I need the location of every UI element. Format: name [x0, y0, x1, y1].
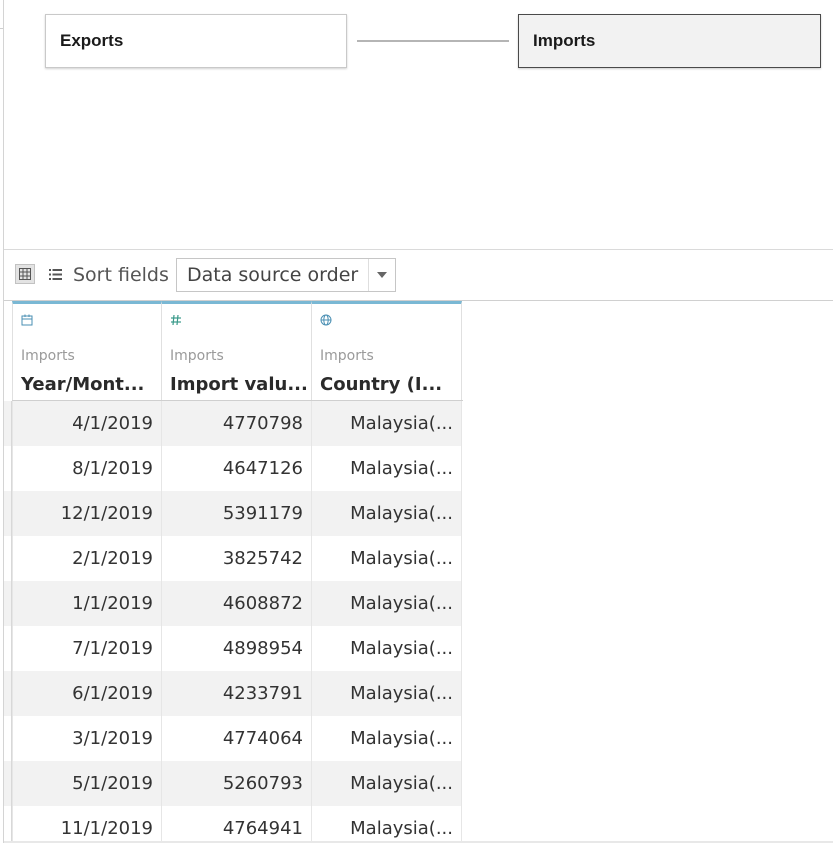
gutter-cell	[4, 401, 12, 446]
gutter-cell	[4, 536, 12, 581]
data-grid-toolbar: Sort fields Data source order	[4, 250, 833, 300]
country-cell[interactable]: Malaysia(...	[312, 581, 462, 626]
gutter-cell	[4, 716, 12, 761]
table-row: 11/1/2019 4764941 Malaysia(...	[12, 806, 463, 843]
column-name[interactable]: Import valu...	[170, 374, 308, 395]
calendar-icon[interactable]	[21, 314, 33, 326]
grid-body: 4/1/2019 4770798 Malaysia(... 8/1/2019 4…	[12, 401, 463, 843]
country-cell[interactable]: Malaysia(...	[312, 626, 462, 671]
gutter-cell	[4, 626, 12, 671]
value-cell[interactable]: 4774064	[162, 716, 312, 761]
data-source-window: Exports Imports Sort fields Data source …	[0, 0, 833, 843]
date-cell[interactable]: 6/1/2019	[12, 671, 162, 716]
exports-table-label: Exports	[60, 31, 124, 50]
table-row: 6/1/2019 4233791 Malaysia(...	[12, 671, 463, 716]
value-cell[interactable]: 5391179	[162, 491, 312, 536]
imports-table-label: Imports	[533, 31, 596, 50]
grid-header: Imports Year/Mont... Imports Import valu…	[12, 301, 463, 401]
data-grid: Imports Year/Mont... Imports Import valu…	[12, 301, 463, 843]
date-cell[interactable]: 8/1/2019	[12, 446, 162, 491]
list-view-button[interactable]	[45, 264, 65, 284]
column-header-year-month[interactable]: Imports Year/Mont...	[12, 301, 162, 400]
date-cell[interactable]: 1/1/2019	[12, 581, 162, 626]
relationship-noodle[interactable]	[357, 40, 509, 42]
gutter-cell	[4, 671, 12, 716]
column-name[interactable]: Country (I...	[320, 374, 442, 395]
edge-tick	[0, 28, 3, 29]
date-cell[interactable]: 11/1/2019	[12, 806, 162, 843]
grid-icon	[19, 268, 31, 280]
value-cell[interactable]: 3825742	[162, 536, 312, 581]
gutter-cell	[4, 491, 12, 536]
table-row: 2/1/2019 3825742 Malaysia(...	[12, 536, 463, 581]
table-row: 7/1/2019 4898954 Malaysia(...	[12, 626, 463, 671]
country-cell[interactable]: Malaysia(...	[312, 806, 462, 843]
table-row: 8/1/2019 4647126 Malaysia(...	[12, 446, 463, 491]
sort-fields-label: Sort fields	[73, 264, 169, 286]
country-cell[interactable]: Malaysia(...	[312, 716, 462, 761]
column-header-import-value[interactable]: Imports Import valu...	[162, 301, 312, 400]
table-row: 12/1/2019 5391179 Malaysia(...	[12, 491, 463, 536]
dropdown-arrow-icon[interactable]	[368, 259, 395, 291]
value-cell[interactable]: 4764941	[162, 806, 312, 843]
country-cell[interactable]: Malaysia(...	[312, 536, 462, 581]
date-cell[interactable]: 4/1/2019	[12, 401, 162, 446]
value-cell[interactable]: 4898954	[162, 626, 312, 671]
country-cell[interactable]: Malaysia(...	[312, 401, 462, 446]
column-name[interactable]: Year/Mont...	[21, 374, 144, 395]
column-header-country[interactable]: Imports Country (I...	[312, 301, 462, 400]
date-cell[interactable]: 5/1/2019	[12, 761, 162, 806]
row-gutter	[4, 401, 12, 843]
date-cell[interactable]: 3/1/2019	[12, 716, 162, 761]
gutter-cell	[4, 806, 12, 843]
country-cell[interactable]: Malaysia(...	[312, 761, 462, 806]
value-cell[interactable]: 5260793	[162, 761, 312, 806]
value-cell[interactable]: 4608872	[162, 581, 312, 626]
value-cell[interactable]: 4770798	[162, 401, 312, 446]
list-icon	[48, 268, 62, 280]
country-cell[interactable]: Malaysia(...	[312, 671, 462, 716]
country-cell[interactable]: Malaysia(...	[312, 491, 462, 536]
exports-table-node[interactable]: Exports	[45, 14, 347, 68]
relationship-canvas[interactable]: Exports Imports	[4, 0, 833, 249]
value-cell[interactable]: 4233791	[162, 671, 312, 716]
globe-icon[interactable]	[320, 314, 332, 326]
date-cell[interactable]: 2/1/2019	[12, 536, 162, 581]
column-source-label: Imports	[170, 348, 224, 364]
column-source-label: Imports	[320, 348, 374, 364]
gutter-cell	[4, 581, 12, 626]
date-cell[interactable]: 12/1/2019	[12, 491, 162, 536]
sort-fields-dropdown[interactable]: Data source order	[176, 258, 396, 292]
country-cell[interactable]: Malaysia(...	[312, 446, 462, 491]
gutter-cell	[4, 446, 12, 491]
value-cell[interactable]: 4647126	[162, 446, 312, 491]
table-row: 1/1/2019 4608872 Malaysia(...	[12, 581, 463, 626]
gutter-cell	[4, 761, 12, 806]
column-source-label: Imports	[21, 348, 75, 364]
table-row: 3/1/2019 4774064 Malaysia(...	[12, 716, 463, 761]
imports-table-node[interactable]: Imports	[518, 14, 821, 68]
table-row: 5/1/2019 5260793 Malaysia(...	[12, 761, 463, 806]
date-cell[interactable]: 7/1/2019	[12, 626, 162, 671]
sort-fields-value: Data source order	[187, 264, 359, 286]
table-row: 4/1/2019 4770798 Malaysia(...	[12, 401, 463, 446]
grid-view-button[interactable]	[15, 264, 35, 284]
number-icon[interactable]	[170, 314, 182, 326]
